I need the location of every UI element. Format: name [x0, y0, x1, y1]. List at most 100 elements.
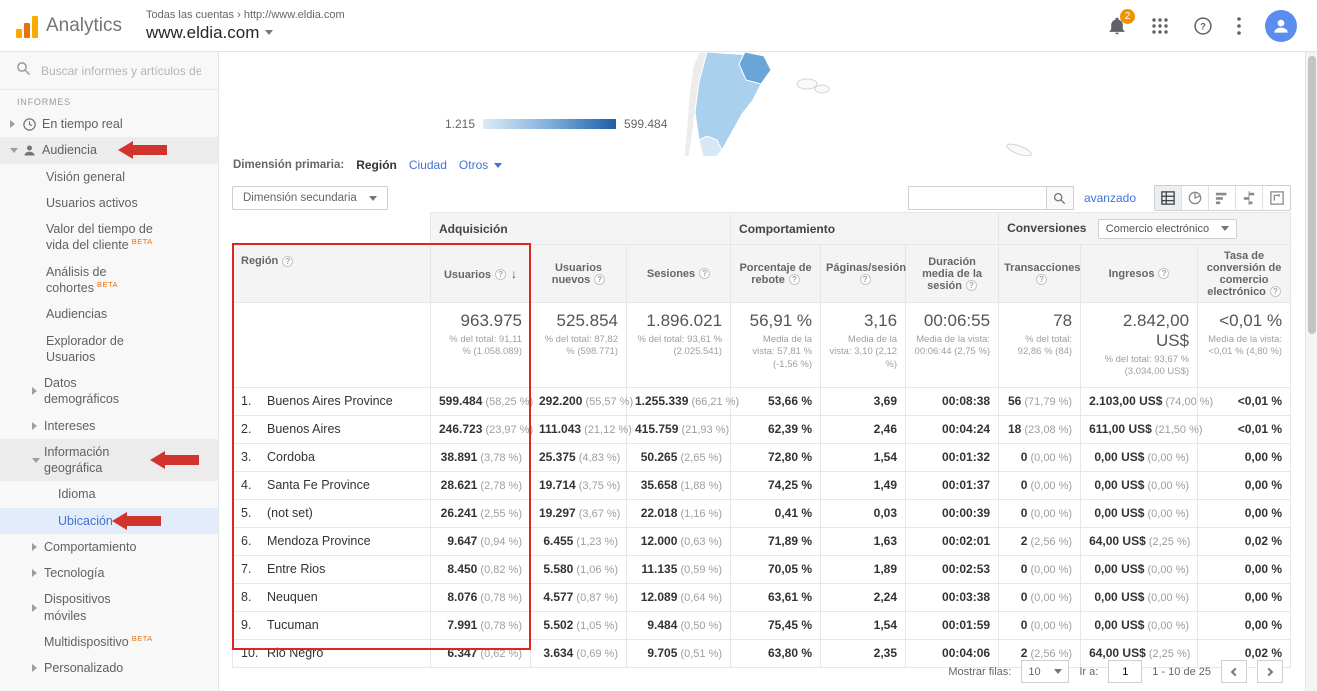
account-selector[interactable]: www.eldia.com	[146, 23, 345, 43]
sidebar-item-custom[interactable]: Personalizado	[0, 655, 218, 681]
dimension-other[interactable]: Otros	[459, 158, 502, 172]
performance-view-icon[interactable]	[1209, 186, 1236, 210]
metric-cell: 9.484 (0,50 %)	[627, 611, 731, 639]
sidebar-item-audience[interactable]: Audiencia	[0, 137, 218, 163]
help-icon[interactable]	[789, 274, 800, 285]
column-header-rebote[interactable]: Porcentaje de rebote	[731, 245, 821, 303]
region-link[interactable]: Santa Fe Province	[267, 478, 370, 492]
sidebar-item-active-users[interactable]: Usuarios activos	[0, 190, 218, 216]
metric-cell: 2,46	[821, 415, 906, 443]
metric-cell: 0 (0,00 %)	[999, 583, 1081, 611]
metric-cell: 00:03:38	[906, 583, 999, 611]
sidebar-item-language[interactable]: Idioma	[0, 481, 218, 507]
column-header-usuarios-nuevos[interactable]: Usuarios nuevos	[531, 245, 627, 303]
secondary-dimension-button[interactable]: Dimensión secundaria	[232, 186, 388, 210]
metric-cell: 9.647 (0,94 %)	[431, 527, 531, 555]
column-header-paginas-sesion[interactable]: Páginas/sesión	[821, 245, 906, 303]
region-link[interactable]: Mendoza Province	[267, 534, 371, 548]
search-input[interactable]	[41, 64, 201, 78]
sidebar-item-geo[interactable]: Información geográfica	[0, 439, 218, 482]
annotation-arrow-audiencia	[118, 141, 167, 159]
column-header-transacciones[interactable]: Transacciones	[999, 245, 1081, 303]
comparison-view-icon[interactable]	[1236, 186, 1263, 210]
sidebar-item-user-explorer[interactable]: Explorador de Usuarios	[0, 328, 218, 371]
region-link[interactable]: Buenos Aires	[267, 422, 341, 436]
help-icon[interactable]	[1158, 268, 1169, 279]
table-view-icon[interactable]	[1155, 186, 1182, 210]
previous-page-button[interactable]	[1221, 660, 1247, 683]
region-link[interactable]: Entre Rios	[267, 562, 325, 576]
next-page-button[interactable]	[1257, 660, 1283, 683]
help-icon[interactable]	[1036, 274, 1047, 285]
help-icon[interactable]	[966, 280, 977, 291]
geo-map[interactable]: 1.215 599.484	[219, 52, 1305, 156]
column-header-region[interactable]: Región	[233, 245, 431, 303]
help-icon[interactable]	[699, 268, 710, 279]
column-header-usuarios[interactable]: Usuarios	[431, 245, 531, 303]
analytics-logo[interactable]: Analytics	[0, 14, 130, 38]
search-icon	[16, 61, 31, 81]
notifications-bell-icon[interactable]: 2	[1107, 16, 1127, 36]
pivot-view-icon[interactable]	[1263, 186, 1290, 210]
column-header-duracion[interactable]: Duración media de la sesión	[906, 245, 999, 303]
region-link[interactable]: Buenos Aires Province	[267, 394, 393, 408]
metric-cell: 6.347 (0,62 %)	[431, 639, 531, 667]
percentage-view-icon[interactable]	[1182, 186, 1209, 210]
region-link[interactable]: Neuquen	[267, 590, 318, 604]
metric-cell: 00:00:39	[906, 499, 999, 527]
row-rank: 1.	[241, 394, 267, 408]
metric-cell: 0,00 US$ (0,00 %)	[1081, 499, 1198, 527]
sidebar-item-demographics[interactable]: Datos demográficos	[0, 370, 218, 413]
metric-cell: 0,00 US$ (0,00 %)	[1081, 471, 1198, 499]
table-search-input[interactable]	[908, 186, 1046, 210]
region-link[interactable]: Rio Negro	[267, 646, 323, 660]
sidebar-item-audiences[interactable]: Audiencias	[0, 301, 218, 327]
region-link[interactable]: Cordoba	[267, 450, 315, 464]
sidebar-item-interests[interactable]: Intereses	[0, 413, 218, 439]
sidebar-item-realtime[interactable]: En tiempo real	[0, 111, 218, 137]
metric-cell: 0,00 US$ (0,00 %)	[1081, 583, 1198, 611]
help-icon[interactable]	[1270, 286, 1281, 297]
rows-per-page-select[interactable]: 10	[1021, 660, 1069, 683]
region-link[interactable]: Tucuman	[267, 618, 319, 632]
help-circle-icon[interactable]: ?	[1193, 16, 1213, 36]
overflow-menu-icon[interactable]	[1237, 17, 1241, 35]
region-link[interactable]: (not set)	[267, 506, 313, 520]
goto-page-input[interactable]	[1108, 660, 1142, 683]
sidebar-item-cohort-analysis[interactable]: Análisis de cohortesBETA	[0, 259, 218, 302]
advanced-link[interactable]: avanzado	[1084, 191, 1136, 205]
dimension-city[interactable]: Ciudad	[409, 158, 447, 172]
sidebar-item-location[interactable]: Ubicación	[0, 508, 218, 534]
sidebar-item-mobile[interactable]: Dispositivos móviles	[0, 586, 218, 629]
scrollbar-thumb[interactable]	[1308, 56, 1316, 334]
metric-cell: <0,01 %	[1198, 415, 1291, 443]
sidebar-item-cross-device[interactable]: MultidispositivoBETA	[0, 629, 218, 655]
help-icon[interactable]	[860, 274, 871, 285]
sidebar-item-overview[interactable]: Visión general	[0, 164, 218, 190]
metric-cell: 74,25 %	[731, 471, 821, 499]
sidebar-search[interactable]	[0, 52, 218, 90]
column-header-ingresos[interactable]: Ingresos	[1081, 245, 1198, 303]
metric-cell: 0 (0,00 %)	[999, 611, 1081, 639]
table-row: 8.Neuquen8.076 (0,78 %)4.577 (0,87 %)12.…	[233, 583, 1291, 611]
metric-cell: 22.018 (1,16 %)	[627, 499, 731, 527]
dimension-region[interactable]: Región	[356, 158, 397, 172]
help-icon[interactable]	[282, 256, 293, 267]
sidebar-item-lifetime-value[interactable]: Valor del tiempo de vida del clienteBETA	[0, 216, 218, 259]
ecommerce-selector[interactable]: Comercio electrónico	[1098, 219, 1237, 239]
vertical-scrollbar[interactable]	[1305, 52, 1317, 691]
apps-grid-icon[interactable]	[1151, 17, 1169, 35]
sidebar-item-technology[interactable]: Tecnología	[0, 560, 218, 586]
table-search-button[interactable]	[1046, 186, 1074, 210]
help-icon[interactable]	[495, 269, 506, 280]
column-header-sesiones[interactable]: Sesiones	[627, 245, 731, 303]
help-icon[interactable]	[594, 274, 605, 285]
metric-cell: 75,45 %	[731, 611, 821, 639]
column-header-tasa-conversion[interactable]: Tasa de conversión de comercio electróni…	[1198, 245, 1291, 303]
metric-cell: 0,03	[821, 499, 906, 527]
main-content: 1.215 599.484 Dimensión primaria: Región…	[219, 52, 1305, 691]
sidebar-item-behavior[interactable]: Comportamiento	[0, 534, 218, 560]
user-avatar[interactable]	[1265, 10, 1297, 42]
analytics-logo-icon	[16, 14, 38, 38]
metric-cell: 0,00 %	[1198, 555, 1291, 583]
